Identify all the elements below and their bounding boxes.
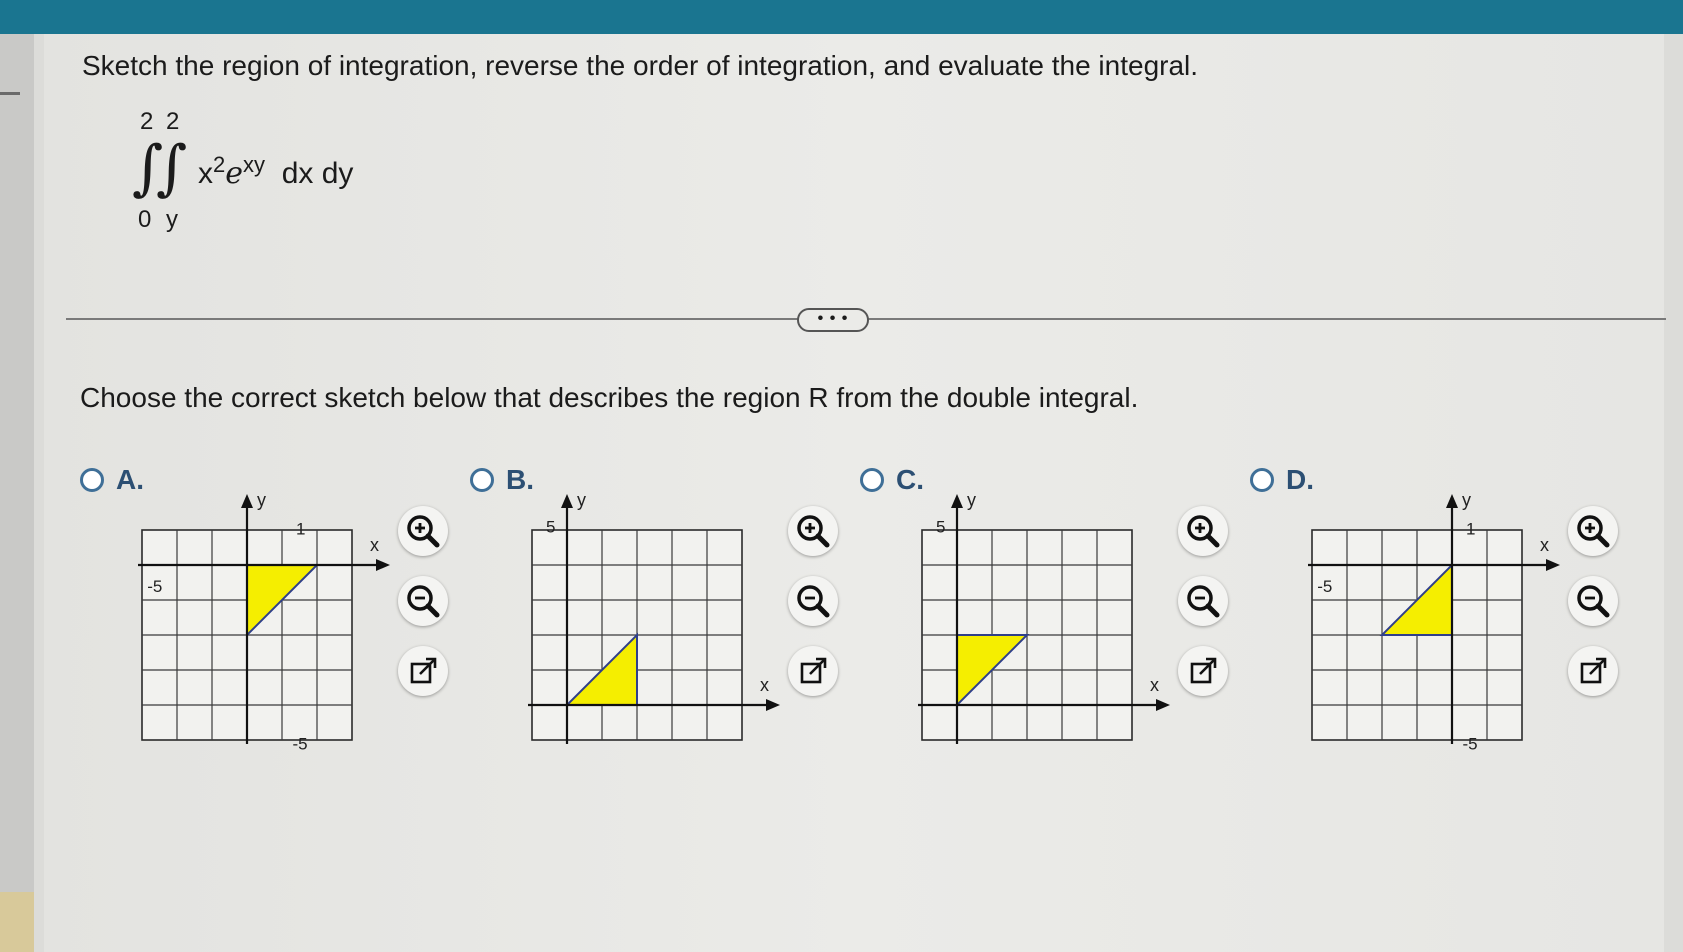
handle	[425, 603, 440, 618]
tick-label: -5	[1317, 577, 1332, 596]
zoom-in-icon	[1187, 515, 1220, 548]
differentials: dx dy	[281, 157, 354, 190]
option-a-zoom-in-button[interactable]	[398, 506, 448, 556]
x-axis-arrow	[766, 699, 780, 711]
y-axis-arrow	[951, 494, 963, 508]
handle	[1595, 603, 1610, 618]
arrow-shaft	[1199, 659, 1215, 675]
y-axis-label: y	[577, 490, 586, 510]
double-integral: 2 2 ∫ ∫ 0 y x2exy dx dy	[132, 108, 396, 258]
tick-label: -5	[147, 577, 162, 596]
integrand-base: x	[198, 157, 213, 190]
x-axis-label: x	[370, 535, 379, 555]
arrow-shaft	[1589, 659, 1605, 675]
option-b-radio[interactable]	[470, 468, 494, 492]
option-c-graph: xy5-115	[918, 490, 1170, 744]
inner-upper-limit: 2	[166, 108, 180, 135]
option-b-zoom-out-button[interactable]	[788, 576, 838, 626]
handle	[1595, 533, 1610, 548]
option-a-zoom-out-button[interactable]	[398, 576, 448, 626]
x-axis-arrow	[1156, 699, 1170, 711]
option-b-open-external-button[interactable]	[788, 646, 838, 696]
handle	[815, 533, 830, 548]
option-d-graph: x y 1 -5 -5	[1308, 490, 1560, 751]
inner-lower-limit: y	[166, 206, 178, 233]
x-axis-arrow	[1546, 559, 1560, 571]
outer-lower-limit: 0	[138, 206, 152, 233]
arrow-shaft	[419, 659, 435, 675]
option-d-zoom-in-button[interactable]	[1568, 506, 1618, 556]
outer-upper-limit: 2	[140, 108, 154, 135]
integrand-exp1: 2	[213, 152, 226, 177]
option-c-open-external-button[interactable]	[1178, 646, 1228, 696]
edge-tan-block	[0, 892, 34, 952]
option-d-zoom-out-button[interactable]	[1568, 576, 1618, 626]
y-axis-arrow	[1446, 494, 1458, 508]
x-axis-label: x	[1150, 675, 1159, 695]
tick-label: -5	[293, 735, 308, 751]
handle	[1205, 603, 1220, 618]
arrow-shaft	[809, 659, 825, 675]
y-axis-arrow	[241, 494, 253, 508]
option-a-radio[interactable]	[80, 468, 104, 492]
edge-tick	[0, 92, 20, 95]
handle	[1205, 533, 1220, 548]
option-a-graph: x y 1 -5 -5	[138, 490, 390, 751]
open-external-icon	[800, 657, 827, 684]
option-c-radio[interactable]	[860, 468, 884, 492]
zoom-in-icon	[407, 515, 440, 548]
handle	[425, 533, 440, 548]
y-axis-label: y	[257, 490, 266, 510]
tick-label: 1	[1466, 519, 1475, 538]
y-axis-label: y	[967, 490, 976, 510]
x-axis-arrow	[376, 559, 390, 571]
open-external-icon	[410, 657, 437, 684]
y-axis-arrow	[561, 494, 573, 508]
zoom-out-icon	[797, 585, 830, 618]
zoom-out-icon	[1577, 585, 1610, 618]
question-text: Sketch the region of integration, revers…	[82, 50, 1199, 81]
top-bar	[0, 0, 1683, 34]
inner-integral-sign: ∫	[156, 133, 188, 203]
option-d-radio[interactable]	[1250, 468, 1274, 492]
tick-label: -5	[1463, 735, 1478, 751]
tick-label: 1	[296, 519, 305, 538]
option-c-zoom-in-button[interactable]	[1178, 506, 1228, 556]
integrand-exp2: xy	[243, 152, 266, 177]
integrand-e: e	[225, 156, 244, 191]
integrand: x2exy dx dy	[198, 152, 353, 191]
handle	[815, 603, 830, 618]
choice-prompt: Choose the correct sketch below that des…	[80, 382, 1139, 413]
zoom-in-icon	[1577, 515, 1610, 548]
option-b-graph: xy5-115	[528, 490, 780, 744]
option-d-open-external-button[interactable]	[1568, 646, 1618, 696]
tick-label: 5	[936, 518, 945, 537]
x-axis-label: x	[760, 675, 769, 695]
zoom-out-icon	[1187, 585, 1220, 618]
option-c-zoom-out-button[interactable]	[1178, 576, 1228, 626]
option-a-open-external-button[interactable]	[398, 646, 448, 696]
zoom-out-icon	[407, 585, 440, 618]
more-button[interactable]: • • •	[797, 308, 869, 332]
left-edge	[0, 34, 34, 952]
y-axis-label: y	[1462, 490, 1471, 510]
zoom-in-icon	[797, 515, 830, 548]
x-axis-label: x	[1540, 535, 1549, 555]
tick-label: 5	[546, 518, 555, 537]
open-external-icon	[1190, 657, 1217, 684]
option-b-zoom-in-button[interactable]	[788, 506, 838, 556]
open-external-icon	[1580, 657, 1607, 684]
